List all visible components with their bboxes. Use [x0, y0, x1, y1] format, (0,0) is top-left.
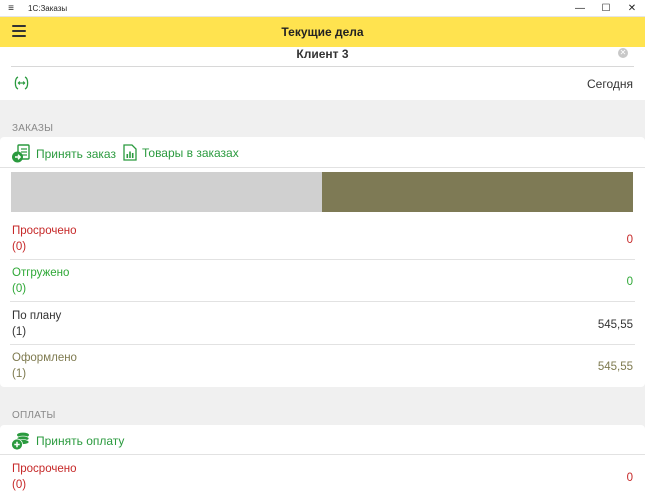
stat-count: (0): [12, 241, 27, 253]
period-label[interactable]: Сегодня: [587, 77, 633, 91]
accept-payment-button[interactable]: Принять оплату: [11, 431, 124, 451]
stat-count: (1): [12, 326, 27, 338]
window-controls: — ☐ ✕: [567, 0, 645, 17]
stat-value: 0: [626, 234, 633, 246]
calendar-range-icon[interactable]: [12, 76, 31, 90]
stat-row-issued[interactable]: Оформлено (1) 545,55: [0, 344, 645, 386]
minimize-button[interactable]: —: [567, 0, 593, 17]
payments-section-title: ОПЛАТЫ: [12, 410, 56, 421]
stat-count: (0): [12, 479, 27, 491]
hamburger-menu-icon[interactable]: [12, 25, 26, 37]
accept-order-label: Принять заказ: [36, 147, 116, 161]
chart-document-icon: [123, 144, 137, 161]
accept-order-button[interactable]: Принять заказ: [11, 144, 116, 164]
stat-label: Отгружено: [12, 267, 70, 279]
app-header: Текущие дела: [0, 17, 645, 47]
window-menu-icon[interactable]: ≡: [0, 0, 22, 17]
stat-label: По плану: [12, 310, 62, 322]
bar-segment-issued: [322, 172, 633, 212]
window-title: 1С:Заказы: [28, 3, 68, 13]
maximize-button[interactable]: ☐: [593, 0, 619, 17]
clear-client-icon[interactable]: ✕: [618, 48, 628, 58]
client-name: Клиент 3: [296, 47, 349, 61]
orders-section-title: ЗАКАЗЫ: [12, 123, 54, 134]
stat-row-shipped[interactable]: Отгружено (0) 0: [0, 259, 645, 301]
accept-payment-icon: [11, 431, 31, 451]
stat-label: Просрочено: [12, 225, 77, 237]
stat-label: Оформлено: [12, 352, 77, 364]
period-row: Сегодня: [0, 67, 645, 100]
order-goods-label: Товары в заказах: [142, 145, 239, 160]
close-button[interactable]: ✕: [619, 0, 645, 17]
stat-count: (0): [12, 283, 27, 295]
accept-payment-label: Принять оплату: [36, 434, 125, 448]
stat-row-planned[interactable]: По плану (1) 545,55: [0, 302, 645, 344]
stat-row-payments-overdue[interactable]: Просрочено (0) 0: [0, 455, 645, 497]
stat-value: 0: [626, 276, 633, 288]
stat-value: 545,55: [597, 319, 633, 331]
accept-order-icon: [11, 144, 31, 164]
stat-value: 545,55: [597, 361, 633, 373]
window-titlebar: ≡ 1С:Заказы — ☐ ✕: [0, 0, 645, 17]
stat-value: 0: [626, 472, 633, 484]
stat-count: (1): [12, 368, 27, 380]
divider: [0, 167, 645, 168]
page-title: Текущие дела: [281, 25, 364, 39]
stat-row-overdue[interactable]: Просрочено (0) 0: [0, 217, 645, 259]
orders-status-bar: [11, 172, 633, 212]
bar-segment-planned: [11, 172, 322, 212]
client-selector[interactable]: Клиент 3 ✕: [0, 47, 645, 67]
order-goods-button[interactable]: Товары в заказах: [123, 144, 239, 161]
stat-label: Просрочено: [12, 463, 77, 475]
